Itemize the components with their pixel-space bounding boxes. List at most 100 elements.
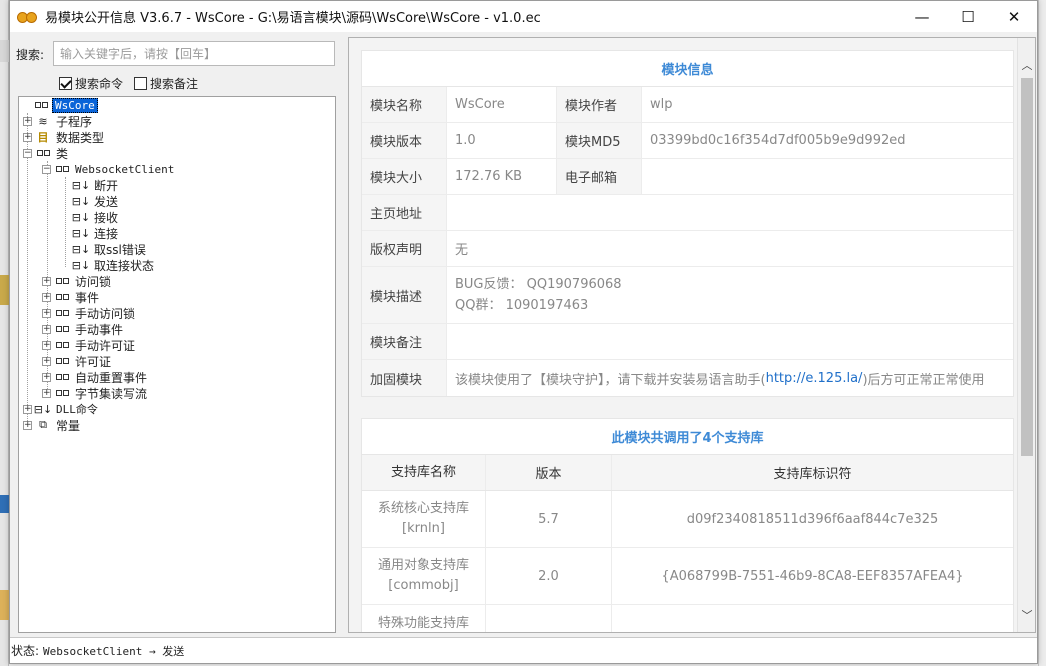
- protect-value: 该模块使用了【模块守护】，请下载并安装易语言助手( http://e.125.l…: [447, 360, 985, 396]
- class-node-icon: [54, 306, 70, 320]
- size-label: 模块大小: [362, 159, 447, 194]
- tree-node-label: WebsocketClient: [75, 162, 175, 176]
- search-notes-checkbox[interactable]: 搜索备注: [134, 75, 198, 92]
- description-line: QQ群： 1090197463: [455, 298, 589, 313]
- search-commands-check-icon[interactable]: [59, 77, 72, 90]
- search-notes-check-icon[interactable]: [134, 77, 147, 90]
- expand-icon[interactable]: +: [42, 340, 51, 350]
- info-row: 模块名称 WsCore 模块作者 wlp: [362, 87, 1013, 123]
- module-tree[interactable]: WsCore + ≋ 子程序 + 目 数据类型 − 类 − WebsocketC…: [18, 96, 336, 633]
- tree-node-subroutines[interactable]: + ≋ 子程序: [23, 113, 94, 129]
- library-code-text: [commobj]: [388, 578, 459, 593]
- expand-icon[interactable]: +: [23, 420, 32, 430]
- expand-icon[interactable]: +: [42, 388, 51, 398]
- tree-node-dll-commands[interactable]: + ⊟↓ DLL命令: [23, 401, 100, 417]
- expand-icon[interactable]: +: [42, 324, 51, 334]
- maximize-button[interactable]: ☐: [945, 1, 991, 32]
- expand-icon[interactable]: +: [42, 276, 51, 286]
- scroll-down-icon[interactable]: ﹀: [1018, 606, 1035, 624]
- left-panel: 搜索: 搜索命令 搜索备注 WsCore + ≋ 子程序: [10, 32, 346, 633]
- tree-node-method[interactable]: ⊟↓ 发送: [71, 193, 120, 209]
- expand-icon[interactable]: +: [42, 372, 51, 382]
- scroll-up-icon[interactable]: ︿: [1018, 56, 1035, 74]
- expand-icon[interactable]: +: [42, 292, 51, 302]
- library-name-text: 特殊功能支持库: [377, 616, 469, 631]
- expand-icon[interactable]: +: [42, 356, 51, 366]
- tree-node-classes[interactable]: − 类: [23, 145, 70, 161]
- scrollbar-thumb[interactable]: [1021, 78, 1033, 456]
- method-icon: ⊟↓: [71, 194, 91, 208]
- collapse-icon[interactable]: −: [23, 148, 32, 158]
- method-icon: ⊟↓: [71, 226, 91, 240]
- close-button[interactable]: ✕: [991, 1, 1037, 32]
- tree-node-class[interactable]: + 手动访问锁: [42, 305, 137, 321]
- notes-value: [447, 324, 455, 359]
- info-row: 加固模块 该模块使用了【模块守护】，请下载并安装易语言助手( http://e.…: [362, 360, 1013, 396]
- homepage-label: 主页地址: [362, 195, 447, 230]
- library-version: 2.0: [486, 548, 612, 604]
- expand-icon[interactable]: +: [23, 404, 32, 414]
- table-row: 特殊功能支持库 3.1 A512548E76954B6E92C210555176…: [362, 605, 1013, 632]
- helper-download-link[interactable]: http://e.125.la/: [766, 371, 863, 386]
- libraries-table-header: 支持库名称 版本 支持库标识符: [362, 455, 1013, 491]
- expand-icon[interactable]: +: [23, 116, 32, 126]
- status-text: WebsocketClient → 发送: [43, 644, 185, 658]
- name-label: 模块名称: [362, 87, 447, 122]
- tree-node-method[interactable]: ⊟↓ 取ssl错误: [72, 241, 148, 257]
- tree-node-class[interactable]: + 许可证: [42, 353, 113, 369]
- class-node-icon: [54, 386, 70, 400]
- dll-command-icon: ⊟↓: [33, 402, 53, 416]
- info-scrollbar[interactable]: ︿ ﹀: [1017, 38, 1035, 632]
- library-name-text: 系统核心支持库: [377, 501, 469, 516]
- version-value: 1.0: [447, 123, 557, 158]
- search-commands-checkbox[interactable]: 搜索命令: [59, 75, 123, 92]
- class-node-icon: [35, 146, 51, 160]
- tree-node-label: 连接: [94, 226, 119, 241]
- tree-node-label: 子程序: [56, 114, 93, 129]
- protect-label: 加固模块: [362, 360, 447, 396]
- library-name: 特殊功能支持库: [362, 605, 486, 632]
- info-row: 模块版本 1.0 模块MD5 03399bd0c16f354d7df005b9e…: [362, 123, 1013, 159]
- notes-label: 模块备注: [362, 324, 447, 359]
- homepage-value[interactable]: [447, 195, 455, 230]
- copyright-value: 无: [455, 243, 469, 258]
- module-info-title: 模块信息: [362, 51, 1013, 87]
- email-value: [642, 159, 650, 194]
- tree-node-data-types[interactable]: + 目 数据类型: [23, 129, 106, 145]
- tree-node-websocketclient[interactable]: − WebsocketClient: [42, 161, 176, 177]
- tree-node-label: WsCore: [52, 97, 98, 113]
- copyright-label: 版权声明: [362, 231, 447, 266]
- tree-node-class[interactable]: + 手动许可证: [42, 337, 137, 353]
- tree-node-class[interactable]: + 事件: [42, 289, 101, 305]
- minimize-button[interactable]: —: [899, 1, 945, 32]
- description-label: 模块描述: [362, 267, 447, 323]
- tree-node-method[interactable]: ⊟↓ 连接: [71, 225, 120, 241]
- tree-node-method[interactable]: ⊟↓ 取连接状态: [72, 257, 156, 273]
- search-input[interactable]: [53, 41, 335, 66]
- author-value: wlp: [650, 97, 673, 112]
- tree-node-class[interactable]: + 字节集读写流: [42, 385, 149, 401]
- tree-node-label: DLL命令: [56, 403, 98, 416]
- tree-node-class[interactable]: + 手动事件: [42, 321, 125, 337]
- tree-node-constants[interactable]: + ⧉ 常量: [23, 417, 82, 433]
- class-node-icon: [54, 370, 70, 384]
- collapse-icon[interactable]: −: [42, 164, 51, 174]
- tree-node-label: 手动许可证: [75, 338, 136, 353]
- tree-node-method[interactable]: ⊟↓ 接收: [71, 209, 120, 225]
- tree-node-label: 断开: [94, 178, 119, 193]
- tree-node-method[interactable]: ⊟↓ 断开: [72, 177, 120, 193]
- tree-node-label: 字节集读写流: [75, 386, 148, 401]
- class-node-icon: [54, 162, 70, 176]
- md5-value: 03399bd0c16f354d7df005b9e9d992ed: [650, 133, 906, 148]
- expand-icon[interactable]: +: [23, 132, 32, 142]
- method-icon: ⊟↓: [71, 210, 91, 224]
- search-label: 搜索:: [16, 48, 45, 62]
- info-row: 模块备注: [362, 324, 1013, 360]
- module-info-card: 模块信息 模块名称 WsCore 模块作者 wlp 模块版本 1.0 模块MD5…: [361, 50, 1014, 397]
- protect-text: )后方可正常正常使用: [862, 372, 985, 388]
- background-window-right: [1038, 0, 1046, 666]
- tree-node-root[interactable]: WsCore: [21, 97, 98, 113]
- tree-node-class[interactable]: + 自动重置事件: [42, 369, 149, 385]
- expand-icon[interactable]: +: [42, 308, 51, 318]
- tree-node-class[interactable]: + 访问锁: [42, 273, 113, 289]
